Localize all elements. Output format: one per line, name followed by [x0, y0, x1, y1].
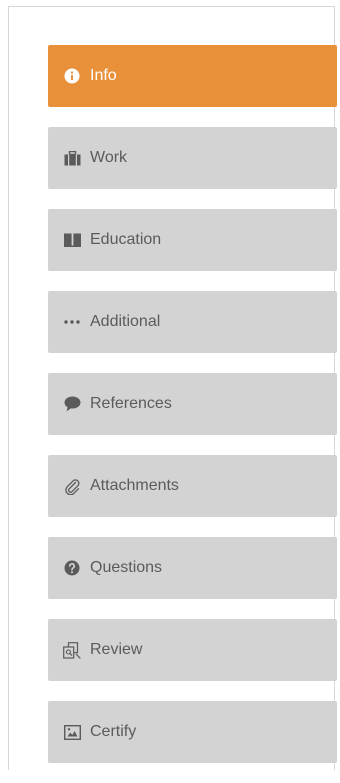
nav-item-label: Work [90, 149, 128, 166]
nav-item-label: Education [90, 231, 162, 248]
review-pages-icon [63, 641, 81, 659]
nav-item-references[interactable]: References [48, 373, 337, 435]
question-circle-icon [63, 559, 81, 577]
nav-item-label: Certify [90, 723, 137, 740]
wizard-step-nav: Info Work Education Additional Reference… [48, 45, 337, 783]
certificate-icon [63, 723, 81, 741]
speech-bubble-icon [63, 395, 81, 413]
nav-item-review[interactable]: Review [48, 619, 337, 681]
ellipsis-icon [63, 313, 81, 331]
info-circle-icon [63, 67, 81, 85]
sidebar-panel: Info Work Education Additional Reference… [8, 6, 337, 770]
nav-item-info[interactable]: Info [48, 45, 337, 107]
nav-item-questions[interactable]: Questions [48, 537, 337, 599]
book-icon [63, 231, 81, 249]
nav-item-additional[interactable]: Additional [48, 291, 337, 353]
nav-item-attachments[interactable]: Attachments [48, 455, 337, 517]
briefcase-icon [63, 149, 81, 167]
nav-item-education[interactable]: Education [48, 209, 337, 271]
nav-item-label: Attachments [90, 477, 179, 494]
nav-item-work[interactable]: Work [48, 127, 337, 189]
nav-item-label: Info [90, 67, 117, 84]
nav-item-label: References [90, 395, 172, 412]
nav-item-certify[interactable]: Certify [48, 701, 337, 763]
nav-item-label: Questions [90, 559, 163, 576]
nav-item-label: Additional [90, 313, 161, 330]
nav-item-label: Review [90, 641, 143, 658]
paperclip-icon [63, 477, 81, 495]
